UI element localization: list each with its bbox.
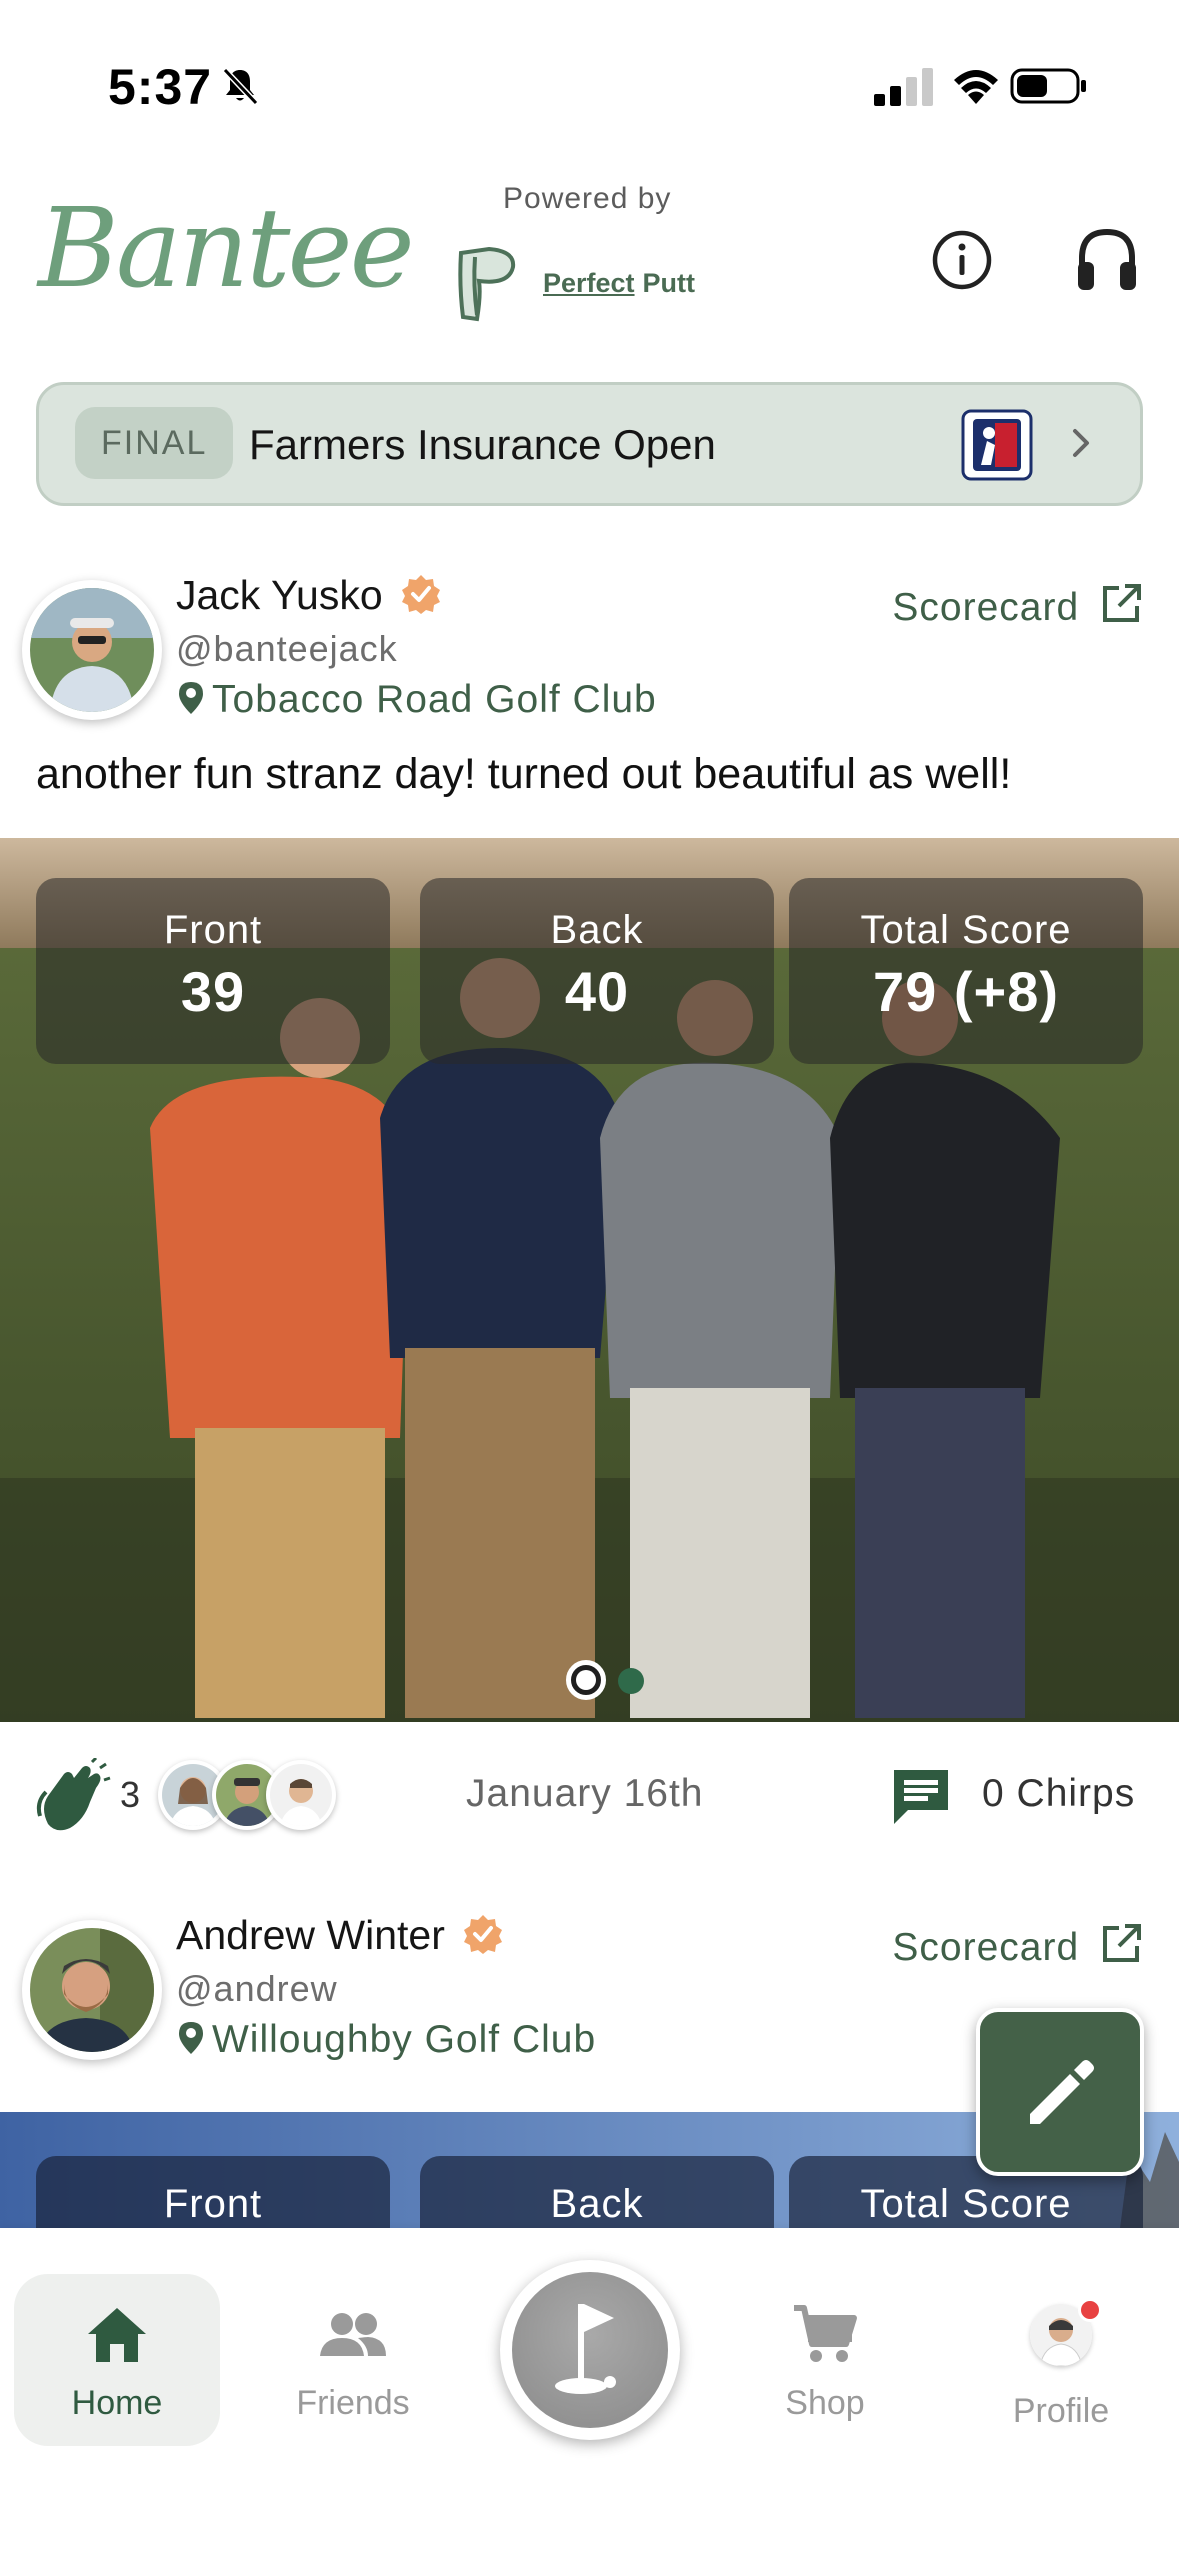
front-score-value: 39 [180, 960, 246, 1023]
battery-icon [1010, 68, 1086, 104]
post-photo[interactable]: Front 39 Back 40 Total Score 79 (+8) [0, 838, 1179, 1722]
chirp-count[interactable]: 0 Chirps [982, 1772, 1135, 1816]
app-header: Bantee Powered by Perfect Putt [0, 160, 1179, 360]
front-score-card: Front 39 [36, 878, 390, 1064]
back-score-label: Back [550, 2182, 644, 2226]
tournament-status-badge: FINAL [75, 407, 234, 479]
scorecard-label: Scorecard [892, 586, 1080, 629]
tournament-banner[interactable]: FINAL Farmers Insurance Open [36, 382, 1143, 506]
friends-icon [320, 2313, 386, 2356]
location-pin-icon [179, 682, 203, 714]
post-interaction-bar: 3 January 16th 0 Chirps [0, 1722, 1179, 1872]
post-caption: another fun stranz day! turned out beaut… [36, 750, 1012, 798]
carousel-indicator[interactable] [566, 1658, 656, 1702]
front-score-card: Front [36, 2156, 390, 2228]
external-link-icon [1103, 584, 1141, 622]
carousel-dot-active[interactable] [566, 1660, 606, 1700]
tab-friends[interactable]: Friends [250, 2274, 456, 2446]
chevron-right-icon [1073, 429, 1089, 457]
total-score-value: 79 (+8) [873, 960, 1059, 1023]
total-score-label: Total Score [860, 2182, 1072, 2226]
total-score-card: Total Score 79 (+8) [789, 878, 1143, 1064]
scorecard-link[interactable]: Scorecard [892, 1922, 1143, 1970]
total-score-label: Total Score [860, 908, 1072, 952]
tab-profile[interactable]: Profile [958, 2274, 1164, 2446]
powered-by-label: Powered by [503, 182, 672, 215]
tab-friends-label: Friends [296, 2384, 410, 2422]
back-score-card: Back 40 [420, 878, 774, 1064]
clapper-avatar-photo [270, 1764, 332, 1826]
status-bar: 5:37 [0, 0, 1179, 160]
post-author-handle: @andrew [176, 1968, 338, 2009]
front-score-label: Front [163, 2182, 263, 2226]
user-avatar[interactable] [22, 580, 162, 720]
post-author-name[interactable]: Andrew Winter [176, 1912, 445, 1958]
verified-badge-icon [402, 575, 441, 614]
post-author-row: Jack Yusko [176, 572, 442, 619]
notification-dot [1078, 2298, 1102, 2322]
tab-home[interactable]: Home [14, 2274, 220, 2446]
tab-shop[interactable]: Shop [722, 2274, 928, 2446]
perfect-putt-word-2: Putt [642, 268, 696, 298]
back-score-value: 40 [564, 960, 630, 1023]
location-pin-icon [179, 2022, 203, 2054]
bottom-tab-bar: Home Friends Shop Profile [0, 2228, 1179, 2556]
verified-badge-icon [464, 1915, 503, 1954]
status-time: 5:37 [108, 59, 213, 115]
clap-icon[interactable] [34, 1758, 112, 1836]
user-avatar[interactable] [22, 1920, 162, 2060]
clap-count: 3 [120, 1774, 141, 1815]
perfect-putt-logo-icon [458, 246, 516, 322]
info-icon[interactable] [930, 228, 994, 292]
post-location[interactable]: Willoughby Golf Club [176, 2018, 596, 2062]
cellular-signal-icon [874, 68, 933, 106]
avatar-photo [30, 588, 154, 712]
golf-flag-icon [555, 2304, 616, 2394]
post-date: January 16th [466, 1772, 704, 1815]
cart-icon [794, 2305, 857, 2362]
support-headset-icon[interactable] [1074, 226, 1140, 296]
back-score-card: Back [420, 2156, 774, 2228]
scorecard-label: Scorecard [892, 1926, 1080, 1969]
post-author-handle: @banteejack [176, 628, 398, 669]
back-score-label: Back [550, 908, 644, 952]
tournament-name: Farmers Insurance Open [249, 421, 716, 468]
perfect-putt-wordmark: Perfect Putt [543, 268, 695, 299]
bell-muted-icon [222, 67, 259, 106]
avatar-photo [30, 1928, 154, 2052]
post-location-name: Willoughby Golf Club [212, 2018, 597, 2061]
tab-shop-label: Shop [785, 2384, 865, 2422]
home-icon [88, 2308, 146, 2362]
pga-tour-logo-icon [961, 409, 1033, 481]
compose-post-button[interactable] [976, 2008, 1144, 2176]
clapper-avatar[interactable] [266, 1760, 336, 1830]
start-round-button[interactable] [500, 2260, 680, 2440]
external-link-icon [1103, 1924, 1141, 1962]
tab-profile-label: Profile [1012, 2392, 1110, 2430]
scorecard-link[interactable]: Scorecard [892, 582, 1143, 630]
bantee-logo: Bantee [38, 184, 415, 312]
wifi-icon [954, 70, 998, 104]
comment-icon[interactable] [890, 1766, 952, 1826]
post-location[interactable]: Tobacco Road Golf Club [176, 678, 657, 722]
feed-post: Jack Yusko @banteejack Tobacco Road Golf… [0, 560, 1179, 1872]
tab-home-label: Home [71, 2384, 163, 2422]
front-score-label: Front [163, 908, 263, 952]
perfect-putt-word-1: Perfect [543, 268, 635, 298]
post-author-name[interactable]: Jack Yusko [176, 572, 383, 618]
post-author-row: Andrew Winter [176, 1912, 504, 1959]
post-location-name: Tobacco Road Golf Club [212, 678, 657, 721]
carousel-dot[interactable] [618, 1668, 644, 1694]
pencil-icon [1030, 2060, 1094, 2124]
